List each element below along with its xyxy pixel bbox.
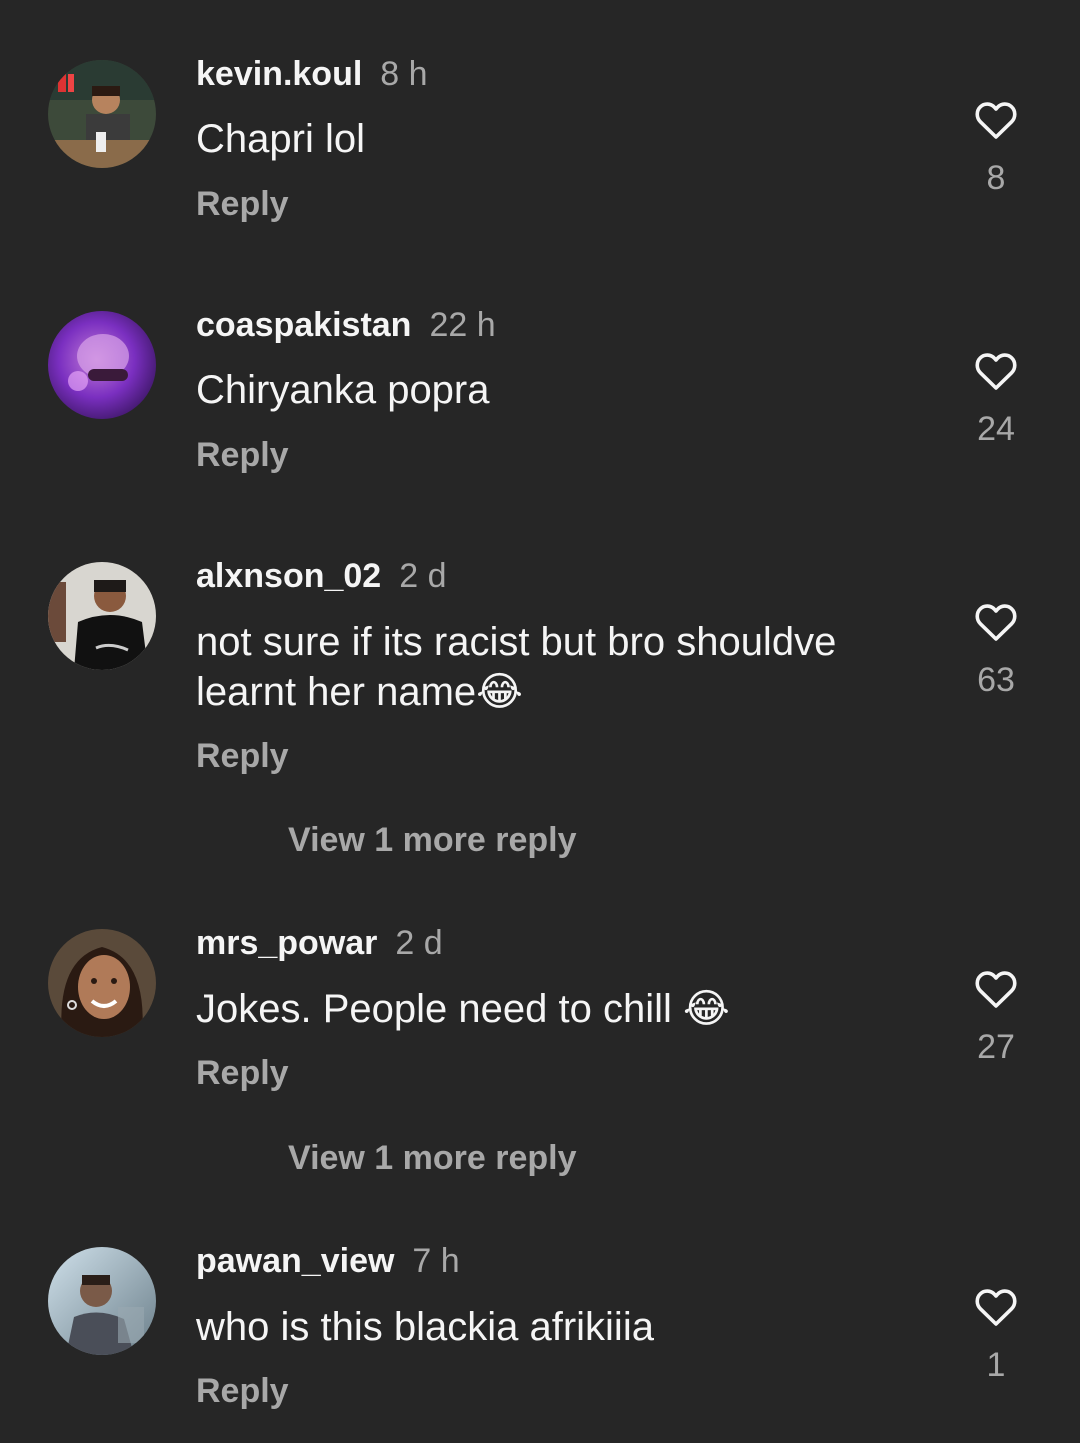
timestamp: 8 h <box>380 55 428 93</box>
reply-button[interactable]: Reply <box>196 1053 289 1093</box>
heart-outline-icon[interactable] <box>972 1283 1020 1331</box>
avatar[interactable] <box>48 929 156 1037</box>
heart-outline-icon[interactable] <box>972 598 1020 646</box>
like-count: 1 <box>986 1346 1006 1384</box>
timestamp: 2 d <box>399 557 447 595</box>
like-count: 27 <box>977 1028 1015 1066</box>
reply-button[interactable]: Reply <box>196 736 289 776</box>
like-count: 63 <box>977 661 1015 699</box>
comment-text: Chiryanka popra <box>196 368 490 412</box>
like-button[interactable]: 8 <box>962 96 1030 198</box>
comments-list: kevin.koul 8 h Chapri lol Reply 8 coaspa… <box>0 0 1080 1443</box>
like-button[interactable]: 1 <box>962 1283 1030 1385</box>
username[interactable]: mrs_powar <box>196 924 377 962</box>
comment-meta: pawan_view 7 h <box>196 1241 460 1281</box>
comment-meta: kevin.koul 8 h <box>196 54 428 94</box>
avatar[interactable] <box>48 311 156 419</box>
comment-text: who is this blackia afrikiiia <box>196 1305 654 1349</box>
reply-button[interactable]: Reply <box>196 184 289 224</box>
comment-text: Jokes. People need to chill 😂 <box>196 987 730 1031</box>
comment-text: Chapri lol <box>196 117 365 161</box>
username[interactable]: kevin.koul <box>196 55 362 93</box>
timestamp: 22 h <box>429 306 496 344</box>
timestamp: 2 d <box>395 924 443 962</box>
view-more-replies-button[interactable]: View 1 more reply <box>288 820 577 860</box>
avatar[interactable] <box>48 60 156 168</box>
like-button[interactable]: 24 <box>962 347 1030 449</box>
username[interactable]: alxnson_02 <box>196 557 381 595</box>
username[interactable]: pawan_view <box>196 1242 394 1280</box>
reply-button[interactable]: Reply <box>196 1371 289 1411</box>
like-button[interactable]: 27 <box>962 965 1030 1067</box>
like-count: 8 <box>986 159 1006 197</box>
username[interactable]: coaspakistan <box>196 306 411 344</box>
comment-meta: alxnson_02 2 d <box>196 556 446 596</box>
heart-outline-icon[interactable] <box>972 96 1020 144</box>
comment-meta: mrs_powar 2 d <box>196 923 443 963</box>
view-more-replies-button[interactable]: View 1 more reply <box>288 1138 577 1178</box>
avatar[interactable] <box>48 562 156 670</box>
like-button[interactable]: 63 <box>962 598 1030 700</box>
heart-outline-icon[interactable] <box>972 347 1020 395</box>
comment-text: not sure if its racist but bro shouldve … <box>196 620 837 714</box>
timestamp: 7 h <box>412 1242 460 1280</box>
heart-outline-icon[interactable] <box>972 965 1020 1013</box>
avatar[interactable] <box>48 1247 156 1355</box>
like-count: 24 <box>977 410 1015 448</box>
comment-meta: coaspakistan 22 h <box>196 305 496 345</box>
reply-button[interactable]: Reply <box>196 435 289 475</box>
